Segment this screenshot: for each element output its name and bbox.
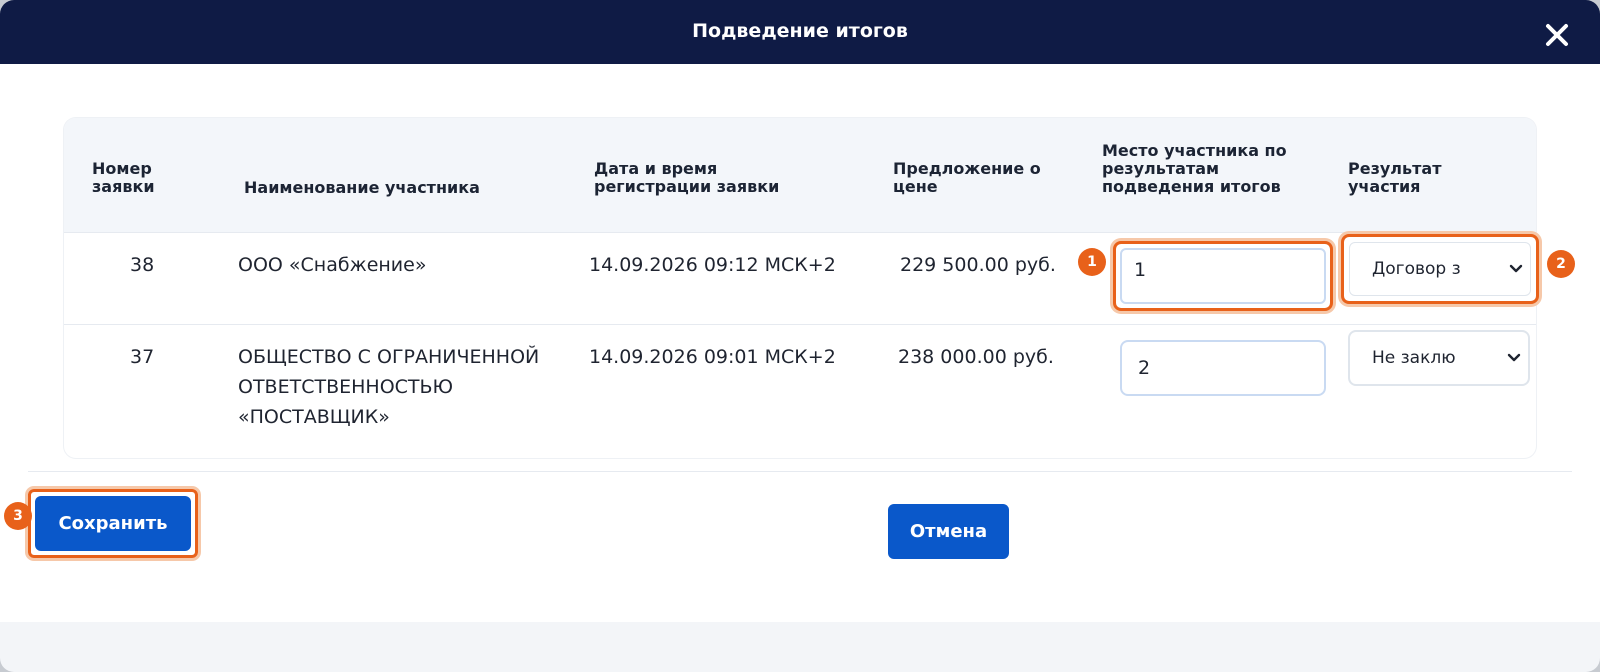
cancel-button[interactable]: Отмена (888, 504, 1009, 559)
row-divider (64, 324, 1536, 325)
result-select-row1[interactable]: Договор з (1341, 234, 1539, 304)
header-result: Результат участия (1348, 159, 1442, 196)
save-button[interactable]: Сохранить (35, 496, 191, 551)
dialog-title: Подведение итогов (692, 20, 908, 42)
header-place: Место участника по результатам подведени… (1102, 141, 1287, 196)
row2-participant: ОБЩЕСТВО С ОГРАНИЧЕННОЙ ОТВЕТСТВЕННОСТЬЮ… (238, 346, 540, 428)
dialog-window: Подведение итогов Номер заявки Наименова… (0, 0, 1600, 672)
dialog-titlebar: Подведение итогов (0, 0, 1600, 64)
row2-price: 238 000.00 руб. (898, 346, 1054, 368)
result-select-row2-label: Не заклю (1372, 348, 1456, 368)
row1-price: 229 500.00 руб. (900, 254, 1056, 276)
chevron-down-icon (1509, 264, 1523, 273)
footer-divider (28, 471, 1572, 472)
result-select-row1-label: Договор з (1372, 259, 1461, 279)
table-header: Номер заявки Наименование участника Дата… (64, 118, 1536, 232)
row1-number: 38 (130, 254, 155, 276)
place-input-row1-value[interactable]: 1 (1120, 248, 1326, 304)
row1-participant: ООО «Снабжение» (238, 254, 427, 276)
dialog-body: Номер заявки Наименование участника Дата… (0, 64, 1600, 622)
place-input-row1[interactable]: 1 (1113, 241, 1333, 311)
header-participant: Наименование участника (244, 178, 480, 197)
row1-datetime: 14.09.2026 09:12 МСК+2 (589, 254, 836, 276)
header-price: Предложение о цене (893, 159, 1041, 196)
save-button-highlight: Сохранить (28, 489, 198, 558)
step-badge-2: 2 (1547, 250, 1575, 278)
chevron-down-icon (1507, 353, 1521, 362)
header-number: Номер заявки (92, 159, 155, 196)
result-select-row1-value[interactable]: Договор з (1349, 242, 1531, 296)
row2-datetime: 14.09.2026 09:01 МСК+2 (589, 346, 836, 368)
result-select-row2[interactable]: Не заклю (1348, 330, 1530, 386)
step-badge-3: 3 (4, 502, 32, 530)
header-datetime: Дата и время регистрации заявки (594, 159, 780, 196)
place-input-row2[interactable]: 2 (1120, 340, 1326, 396)
row-divider (64, 232, 1536, 233)
close-icon[interactable] (1544, 22, 1570, 48)
row2-number: 37 (130, 346, 155, 368)
step-badge-1: 1 (1078, 248, 1106, 276)
